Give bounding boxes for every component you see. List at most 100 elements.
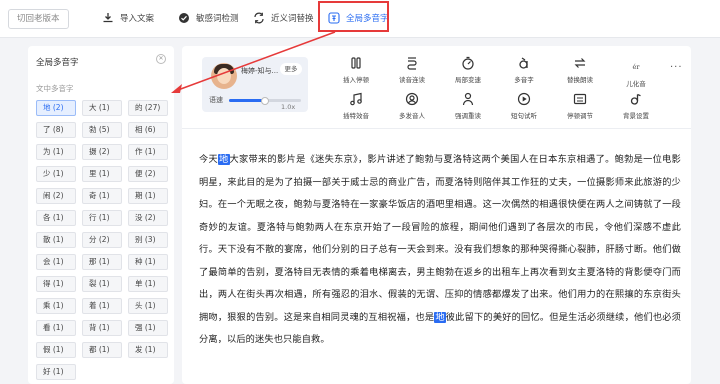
top-toolbar: 切回老版本 导入文案 敏感词检测 近义词替换 全局多音字 (0, 0, 720, 38)
local-speed-icon (462, 56, 474, 70)
replace-reading-tool[interactable]: 替换朗读 (556, 56, 604, 84)
article-segment: 大家带来的影片是《迷失东京》，影片讲述了鲍勃与夏洛特这两个美国人在日本东京相遇了… (199, 154, 681, 323)
polyphone-chip[interactable]: 假 (1) (36, 342, 76, 358)
polyphone-chip[interactable]: 奇 (1) (82, 188, 122, 204)
liaison-tool[interactable]: 读音连读 (388, 56, 436, 84)
tool-label: 多发音人 (399, 112, 425, 120)
polyphone-chip[interactable]: 都 (1) (82, 342, 122, 358)
polyphone-chip[interactable]: 散 (1) (36, 232, 76, 248)
tool-label: 多音字 (514, 76, 534, 84)
liaison-icon (407, 57, 417, 70)
article-text[interactable]: 今天地大家带来的影片是《迷失东京》，影片讲述了鲍勃与夏洛特这两个美国人在日本东京… (199, 149, 681, 352)
polyphone-highlight[interactable]: 地 (434, 311, 446, 323)
panel-title: 全局多音字 (36, 58, 79, 68)
tool-label: 局部变速 (455, 76, 481, 84)
polyphone-chip[interactable]: 里 (1) (82, 166, 122, 182)
polyphone-chip[interactable]: 少 (1) (36, 166, 76, 182)
tool-label: 替换朗读 (567, 76, 593, 84)
polyphone-chip[interactable]: 相 (6) (128, 122, 168, 138)
multi-speaker-tool[interactable]: 多发音人 (388, 92, 436, 120)
multi-speaker-icon (405, 92, 419, 106)
polyphone-chip[interactable]: 摄 (2) (82, 144, 122, 160)
old-version-button[interactable]: 切回老版本 (8, 9, 69, 29)
polyphone-highlight[interactable]: 地 (218, 154, 230, 165)
polyphone-chip[interactable]: 强 (1) (128, 320, 168, 336)
sensitive-check-icon (179, 13, 189, 23)
synonym-replace-button[interactable]: 近义词替换 (253, 10, 314, 26)
polyphone-chip[interactable]: 地 (2) (36, 100, 76, 116)
polyphone-chip[interactable]: 闹 (2) (36, 188, 76, 204)
polyphone-chip[interactable]: 着 (1) (82, 298, 122, 314)
polyphone-chip[interactable]: 种 (1) (128, 254, 168, 270)
app-window: 切回老版本 导入文案 敏感词检测 近义词替换 全局多音字 全局多音字 ✕ 文中多… (0, 0, 720, 384)
tool-label: 强调重读 (455, 112, 481, 120)
voice-card: 梅婷-知与... 更多 语速 1.0x (202, 57, 308, 112)
polyphone-chip[interactable]: 为 (1) (36, 144, 76, 160)
speed-slider-fill (229, 99, 265, 102)
editor-panel: 梅婷-知与... 更多 语速 1.0x 插入停顿 读音连读 局部变速 多音字 替… (182, 46, 691, 384)
polyphone-chip[interactable]: 行 (1) (82, 210, 122, 226)
polyphone-chip[interactable]: 头 (1) (128, 298, 168, 314)
pause-adjust-tool[interactable]: 停顿调节 (556, 92, 604, 120)
speed-slider-handle[interactable] (261, 96, 269, 105)
highlight-box (318, 1, 389, 32)
more-voices-button[interactable]: 更多 (280, 63, 302, 75)
insert-pause-icon (351, 57, 361, 69)
import-text-button[interactable]: 导入文案 (102, 10, 154, 26)
import-icon (103, 13, 113, 23)
tool-label: 背景设置 (623, 112, 649, 120)
polyphone-icon (519, 57, 528, 69)
tool-label: 插特效音 (343, 112, 369, 120)
polyphone-chip[interactable]: 各 (1) (36, 210, 76, 226)
polyphone-chip[interactable]: 大 (1) (82, 100, 122, 116)
preview-tool[interactable]: 短句试听 (500, 92, 548, 120)
polyphone-tool[interactable]: 多音字 (500, 56, 548, 84)
polyphone-chip[interactable]: 期 (1) (128, 188, 168, 204)
insert-pause-tool[interactable]: 插入停顿 (332, 56, 380, 84)
sound-effect-tool[interactable]: 插特效音 (332, 92, 380, 120)
preview-icon (517, 92, 531, 106)
tool-label: 短句试听 (511, 112, 537, 120)
tool-label: 插入停顿 (343, 76, 369, 84)
tool-label: 读音连读 (399, 76, 425, 84)
emphasis-tool[interactable]: 强调重读 (444, 92, 492, 120)
tool-label: 儿化音 (626, 80, 646, 88)
divider (182, 128, 691, 129)
avatar[interactable] (211, 63, 237, 89)
bgm-icon (630, 93, 641, 105)
speed-slider[interactable] (229, 96, 301, 105)
polyphone-chip[interactable]: 便 (2) (128, 166, 168, 182)
sound-effect-icon (350, 92, 362, 106)
polyphone-chip[interactable]: 那 (1) (82, 254, 122, 270)
polyphone-chip[interactable]: 发 (1) (128, 342, 168, 358)
polyphone-chip[interactable]: 裂 (1) (82, 276, 122, 292)
speed-value: 1.0x (281, 103, 296, 111)
polyphone-panel: 全局多音字 ✕ 文中多音字 地 (2) 大 (1) 的 (27) 了 (8) 勃… (28, 46, 174, 384)
synonym-replace-icon (254, 12, 264, 24)
polyphone-chip[interactable]: 会 (1) (36, 254, 76, 270)
polyphone-chip[interactable]: 单 (1) (128, 276, 168, 292)
import-text-label: 导入文案 (120, 14, 155, 24)
polyphone-chip[interactable]: 得 (1) (36, 276, 76, 292)
polyphone-chip[interactable]: 没 (2) (128, 210, 168, 226)
polyphone-chip[interactable]: 乘 (1) (36, 298, 76, 314)
close-icon[interactable]: ✕ (156, 54, 166, 64)
article-segment: 今天 (199, 154, 219, 165)
sensitive-check-label: 敏感词检测 (196, 14, 239, 24)
bgm-tool[interactable]: 背景设置 (612, 92, 660, 120)
sensitive-check-button[interactable]: 敏感词检测 (178, 10, 239, 26)
local-speed-tool[interactable]: 局部变速 (444, 56, 492, 84)
polyphone-chip[interactable]: 的 (27) (128, 100, 168, 116)
polyphone-chip[interactable]: 好 (1) (36, 364, 76, 380)
polyphone-chip[interactable]: 别 (3) (128, 232, 168, 248)
er-tool[interactable]: ér 儿化音 (612, 56, 660, 88)
polyphone-chip[interactable]: 看 (1) (36, 320, 76, 336)
polyphone-chip[interactable]: 了 (8) (36, 122, 76, 138)
replace-reading-icon (574, 58, 586, 68)
polyphone-chip[interactable]: 分 (2) (82, 232, 122, 248)
polyphone-chip[interactable]: 作 (1) (128, 144, 168, 160)
more-tools-icon[interactable]: ··· (670, 62, 683, 73)
polyphone-chip[interactable]: 背 (1) (82, 320, 122, 336)
polyphone-chip[interactable]: 勃 (5) (82, 122, 122, 138)
synonym-replace-label: 近义词替换 (271, 14, 314, 24)
